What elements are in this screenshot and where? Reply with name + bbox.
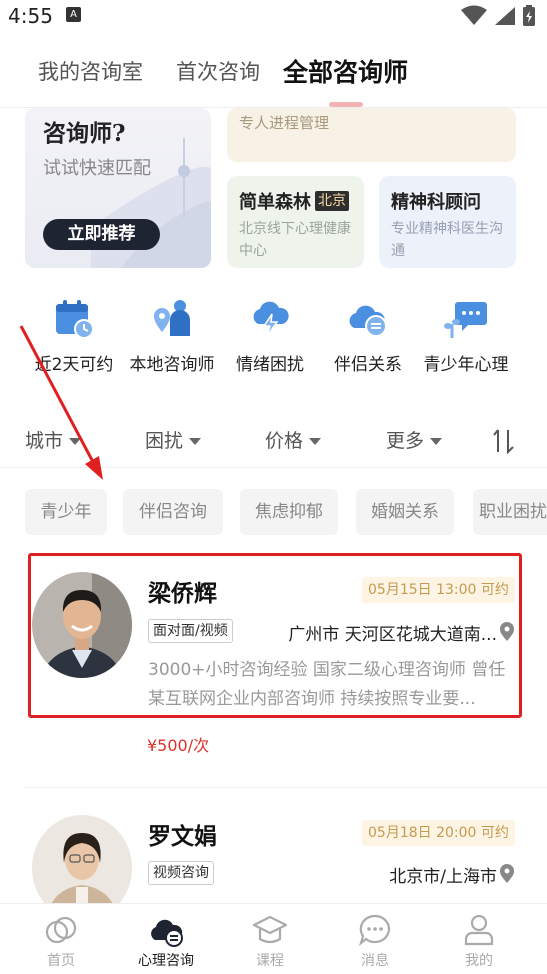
forest-card-title: 简单森林 (239, 192, 311, 213)
avatar (32, 815, 132, 903)
sort-icon[interactable] (492, 428, 516, 454)
divider (25, 787, 547, 788)
cloud-lightning-icon (253, 301, 289, 337)
nav-label: 课程 (256, 953, 284, 969)
status-time: 4:55 (8, 4, 53, 28)
chip-career[interactable]: 职业困扰 (473, 489, 547, 535)
category-teen-psychology[interactable]: 青少年心理 (416, 296, 516, 375)
forest-city-badge: 北京 (315, 191, 349, 211)
filter-more[interactable]: 更多 (386, 426, 443, 453)
quick-match-title: 咨询师? (43, 120, 126, 147)
cloud-card-icon (349, 305, 387, 337)
chip-teen[interactable]: 青少年 (25, 489, 107, 535)
filter-price[interactable]: 价格 (265, 426, 322, 453)
chip-marriage[interactable]: 婚姻关系 (356, 489, 454, 535)
tab-active-indicator (329, 102, 363, 107)
app-screen: 4:55 A 我的咨询室 首次咨询 全部咨询师 咨询师? 试试快速匹配 立即推荐… (0, 0, 547, 974)
wifi-icon (461, 5, 487, 25)
category-label: 伴侣关系 (334, 355, 402, 375)
topic-chip-row: 青少年 伴侣咨询 焦虑抑郁 婚姻关系 职业困扰 (0, 489, 547, 537)
tab-my-room[interactable]: 我的咨询室 (38, 56, 143, 86)
forest-card-desc: 北京线下心理健康中心 (239, 221, 351, 259)
signal-icon (495, 7, 515, 25)
simple-forest-card[interactable]: 简单森林 北京 北京线下心理健康中心 (227, 176, 364, 268)
chat-plant-icon (444, 302, 487, 338)
progress-card-subtitle: 专人进程管理 (239, 114, 330, 132)
filter-concern-label: 困扰 (145, 430, 184, 452)
counselor-price: ¥500/次 (147, 736, 210, 755)
psychiatry-card-desc: 专业精神科医生沟通 (391, 221, 503, 259)
highlight-box (28, 553, 522, 718)
quick-match-subtitle: 试试快速匹配 (43, 158, 151, 179)
nav-messages[interactable]: 消息 (335, 912, 415, 970)
availability-badge: 05月18日 20:00 可约 (362, 820, 515, 846)
counselor-card[interactable]: 罗文娟 05月18日 20:00 可约 视频咨询 北京市/上海市 (0, 805, 547, 903)
category-label: 情绪困扰 (236, 355, 304, 375)
category-label: 本地咨询师 (129, 355, 215, 375)
filter-more-label: 更多 (386, 430, 425, 452)
course-icon (252, 915, 288, 944)
caret-down-icon (189, 438, 202, 445)
category-emotional-distress[interactable]: 情绪困扰 (220, 296, 320, 375)
home-icon (45, 916, 77, 944)
top-tab-bar: 我的咨询室 首次咨询 全部咨询师 (0, 34, 547, 108)
psychiatry-card[interactable]: 精神科顾问 专业精神科医生沟通 (379, 176, 516, 268)
caret-down-icon (309, 438, 322, 445)
location-pin-icon (500, 864, 514, 883)
nav-label: 我的 (465, 953, 493, 969)
notification-a-icon: A (66, 7, 81, 22)
category-local-counselor[interactable]: 本地咨询师 (122, 296, 222, 375)
progress-management-card[interactable]: 专人进程管理 (227, 108, 516, 162)
nav-label: 心理咨询 (138, 953, 194, 969)
filter-price-label: 价格 (265, 430, 304, 452)
consult-mode-tag: 视频咨询 (148, 861, 214, 885)
recommend-now-button[interactable]: 立即推荐 (43, 219, 160, 250)
nav-profile[interactable]: 我的 (439, 912, 519, 970)
psychiatry-card-title: 精神科顾问 (391, 192, 481, 213)
chip-partner-consult[interactable]: 伴侣咨询 (123, 489, 223, 535)
status-icons (461, 5, 535, 26)
category-label: 青少年心理 (423, 355, 509, 375)
message-icon (358, 914, 391, 947)
caret-down-icon (430, 438, 443, 445)
nav-courses[interactable]: 课程 (230, 912, 310, 970)
annotation-arrow (19, 325, 103, 480)
counsel-icon (151, 919, 183, 947)
tab-all-counselors[interactable]: 全部咨询师 (283, 53, 408, 89)
counselor-name: 罗文娟 (148, 824, 217, 850)
nav-counseling[interactable]: 心理咨询 (126, 912, 206, 970)
counselor-location: 北京市/上海市 (389, 867, 497, 887)
filter-concern[interactable]: 困扰 (145, 426, 202, 453)
category-partner-relationship[interactable]: 伴侣关系 (318, 296, 418, 375)
bottom-nav: 首页 心理咨询 课程 消息 我的 (0, 903, 547, 974)
nav-home[interactable]: 首页 (21, 912, 101, 970)
quick-match-card[interactable]: 咨询师? 试试快速匹配 立即推荐 (25, 108, 211, 268)
nav-label: 首页 (47, 953, 75, 969)
tab-first-consult[interactable]: 首次咨询 (176, 56, 260, 86)
chip-anxiety-depression[interactable]: 焦虑抑郁 (240, 489, 338, 535)
local-counselor-icon (154, 300, 190, 336)
status-bar: 4:55 A (0, 0, 547, 34)
profile-icon (464, 914, 494, 946)
nav-label: 消息 (361, 953, 389, 969)
